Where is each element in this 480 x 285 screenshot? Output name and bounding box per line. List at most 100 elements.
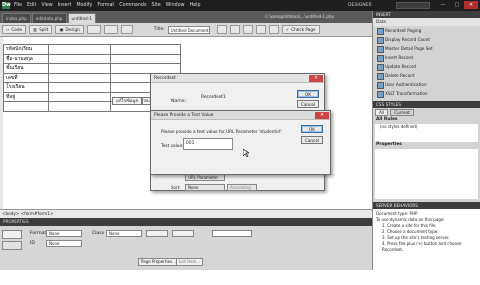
sort-column-select[interactable]: None (185, 184, 225, 191)
insert-item[interactable]: Delete Record (373, 71, 480, 80)
table-cell-label[interactable]: ที่อยู่ (3, 91, 49, 102)
table-cell[interactable] (48, 63, 111, 74)
menu-item[interactable]: View (41, 3, 52, 8)
table-row: รหัสนักเรียน (3, 44, 181, 55)
css-properties-heading: Properties (376, 142, 402, 147)
css-tab-all[interactable]: All (375, 109, 389, 116)
tag-selector[interactable]: <body> <form#form1> (0, 209, 372, 218)
table-cell[interactable] (48, 53, 111, 64)
html-mode-button[interactable] (2, 230, 22, 239)
table-cell-label[interactable]: เลขที่ (3, 72, 49, 83)
bold-italic-buttons[interactable] (146, 230, 168, 237)
table-cell-label[interactable]: ชั้นเรียน (3, 63, 49, 74)
preview-button[interactable] (229, 25, 240, 34)
split-view-button[interactable]: ▥ Split (29, 25, 53, 34)
insert-item[interactable]: Insert Record (373, 53, 480, 62)
id-select[interactable]: None (46, 240, 82, 247)
insert-item[interactable]: XSLT Transformation (373, 89, 480, 98)
document-path: C:\xampp\htdocs\...\untitled-1.php (265, 14, 334, 19)
insert-category-select[interactable]: Data (373, 18, 480, 26)
test-value-ok-button[interactable]: OK (301, 125, 323, 133)
menu-item[interactable]: Site (151, 3, 160, 8)
table-row: ชื่อ-นามสกุล (3, 53, 181, 64)
check-page-button[interactable]: ✓ Check Page (281, 25, 320, 34)
properties-panel: Format None ID None Class None Page Prop… (0, 226, 372, 270)
menu-item[interactable]: Insert (58, 3, 72, 8)
table-cell-label[interactable]: รหัสนักเรียน (3, 44, 49, 55)
recordset-ok-button[interactable]: OK (297, 90, 319, 98)
design-view-button[interactable]: ▣ Design (55, 25, 84, 34)
insert-item[interactable]: Update Record (373, 62, 480, 71)
edit-data-button[interactable]: แก้ไขข้อมูล (112, 97, 142, 105)
properties-header: PROPERTIES (0, 218, 372, 226)
code-label: Code (11, 26, 23, 32)
menu-item[interactable]: Modify (76, 3, 92, 8)
table-cell-label[interactable]: ชื่อ-นามสกุล (3, 53, 49, 64)
table-cell[interactable] (110, 63, 181, 74)
insert-item[interactable]: Recordset Paging (373, 26, 480, 35)
tab-untitled[interactable]: untitled-1 (67, 13, 96, 23)
menu-item[interactable]: File (14, 3, 22, 8)
maximize-button[interactable]: □ (450, 1, 464, 9)
title-label: Title: (153, 27, 165, 32)
css-mode-button[interactable] (2, 241, 22, 250)
close-button[interactable]: ✕ (464, 1, 478, 9)
css-rules-list[interactable]: (no styles defined) (375, 124, 478, 142)
tab-index[interactable]: index.php (2, 13, 31, 23)
insert-panel-header[interactable]: INSERT (373, 11, 480, 18)
multiscreen-button[interactable] (120, 25, 133, 34)
server-behaviors-header[interactable]: SERVER BEHAVIORS (373, 202, 480, 209)
list-buttons[interactable] (172, 230, 194, 237)
insert-item[interactable]: Display Record Count (373, 35, 480, 44)
recordset-cancel-button[interactable]: Cancel (297, 100, 319, 108)
menu-item[interactable]: Window (166, 3, 185, 8)
menu-item[interactable]: Format (97, 3, 114, 8)
filter-type-select[interactable]: URL Parameter (185, 174, 225, 181)
menu-item[interactable]: Help (190, 3, 201, 8)
test-value-title: Please Provide a Test Value (151, 111, 330, 120)
table-cell[interactable] (48, 101, 111, 112)
menu-item[interactable]: Edit (27, 3, 36, 8)
menu-bar: File Edit View Insert Modify Format Commands Si… (14, 0, 201, 11)
page-properties-button[interactable]: Page Properties... (138, 258, 179, 266)
list-item-button[interactable]: List Item... (176, 258, 204, 266)
link-input[interactable] (212, 230, 252, 237)
minimize-button[interactable]: — (436, 1, 450, 9)
format-select[interactable]: None (46, 230, 82, 237)
table-cell[interactable] (48, 91, 111, 102)
insert-item[interactable]: Master Detail Page Set (373, 44, 480, 53)
refresh-button[interactable] (242, 25, 253, 34)
menu-item[interactable]: Commands (119, 3, 146, 8)
css-panel-header[interactable]: CSS STYLES (373, 101, 480, 108)
right-panel: INSERT Data Recordset Paging Display Reco… (372, 11, 480, 285)
check-icon: ✓ (285, 26, 290, 32)
inspect-button[interactable] (103, 25, 118, 34)
tab-editdata[interactable]: editdata.php (31, 13, 67, 23)
live-view-button[interactable] (86, 25, 101, 34)
table-cell-label[interactable]: โรงเรียน (3, 82, 49, 93)
recordset-name-input[interactable]: Recordset1 (199, 94, 251, 102)
test-value-close-button[interactable]: ✕ (315, 112, 329, 119)
recordset-close-button[interactable]: ✕ (309, 75, 323, 82)
sort-direction-select[interactable]: Ascending (227, 184, 257, 191)
search-input[interactable] (396, 2, 430, 9)
view-options-button[interactable] (255, 25, 266, 34)
title-input[interactable]: Untitled Document (167, 25, 210, 34)
test-value-input[interactable]: 001 (183, 138, 233, 150)
insert-item[interactable]: User Authentication (373, 80, 480, 89)
class-select[interactable]: None (106, 230, 142, 237)
test-value-message: Please provide a test value for URL Para… (161, 129, 283, 134)
table-cell[interactable] (48, 72, 111, 83)
workspace-switcher[interactable]: DESIGNER (348, 2, 378, 9)
table-cell[interactable] (48, 82, 111, 93)
table-cell[interactable] (3, 101, 49, 112)
css-tab-current[interactable]: Current (390, 109, 414, 116)
table-cell[interactable] (110, 53, 181, 64)
visual-aids-button[interactable] (268, 25, 279, 34)
table-cell[interactable] (48, 44, 111, 55)
css-properties-pane[interactable] (375, 149, 478, 199)
code-view-button[interactable]: ‹› Code (2, 25, 27, 34)
test-value-cancel-button[interactable]: Cancel (301, 136, 323, 144)
table-cell[interactable] (110, 44, 181, 55)
file-management-button[interactable] (216, 25, 227, 34)
